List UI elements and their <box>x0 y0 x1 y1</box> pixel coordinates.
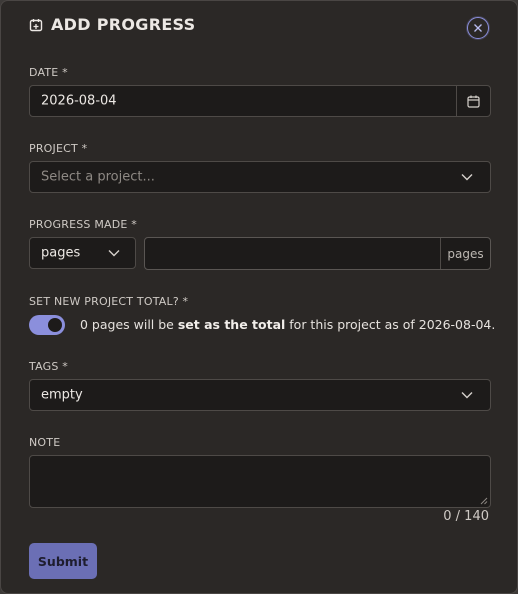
project-placeholder: Select a project... <box>41 169 155 185</box>
unit-select[interactable]: pages <box>29 237 136 269</box>
set-total-text-bold: set as the total <box>177 317 286 332</box>
close-icon <box>474 24 482 32</box>
date-label: DATE * <box>29 66 68 79</box>
unit-suffix: pages <box>440 238 490 269</box>
unit-select-value: pages <box>41 245 81 261</box>
date-value: 2026-08-04 <box>41 93 117 109</box>
calendar-plus-icon <box>29 18 43 32</box>
submit-button[interactable]: Submit <box>29 543 97 579</box>
note-char-counter: 0 / 140 <box>443 509 489 524</box>
add-progress-dialog: ADD PROGRESS DATE * 2026-08-04 PROJECT *… <box>0 0 518 594</box>
dialog-header: ADD PROGRESS <box>29 15 195 34</box>
set-total-toggle[interactable] <box>29 315 65 335</box>
dialog-title: ADD PROGRESS <box>51 15 196 34</box>
set-total-text-before: 0 pages will be <box>80 317 178 332</box>
project-label: PROJECT * <box>29 142 88 155</box>
chevron-down-icon <box>461 174 473 181</box>
set-total-text-after: for this project as of 2026-08-04. <box>285 317 496 332</box>
project-select[interactable]: Select a project... <box>29 161 491 193</box>
set-total-description: 0 pages will be set as the total for thi… <box>80 317 495 332</box>
date-field[interactable]: 2026-08-04 <box>29 85 491 117</box>
toggle-knob <box>48 318 62 332</box>
chevron-down-icon <box>108 250 120 257</box>
close-button[interactable] <box>467 17 489 39</box>
note-textarea[interactable] <box>29 455 491 508</box>
tags-label: TAGS * <box>29 360 68 373</box>
tags-value: empty <box>41 387 83 403</box>
unit-suffix-label: pages <box>447 246 484 261</box>
tags-select[interactable]: empty <box>29 379 491 411</box>
chevron-down-icon <box>461 392 473 399</box>
calendar-icon <box>467 95 480 108</box>
progress-amount-input[interactable]: pages <box>144 237 491 270</box>
resize-handle-icon[interactable] <box>480 497 488 505</box>
progress-label: PROGRESS MADE * <box>29 218 137 231</box>
note-label: NOTE <box>29 436 61 449</box>
date-picker-button[interactable] <box>456 86 490 116</box>
set-total-label: SET NEW PROJECT TOTAL? * <box>29 295 189 308</box>
